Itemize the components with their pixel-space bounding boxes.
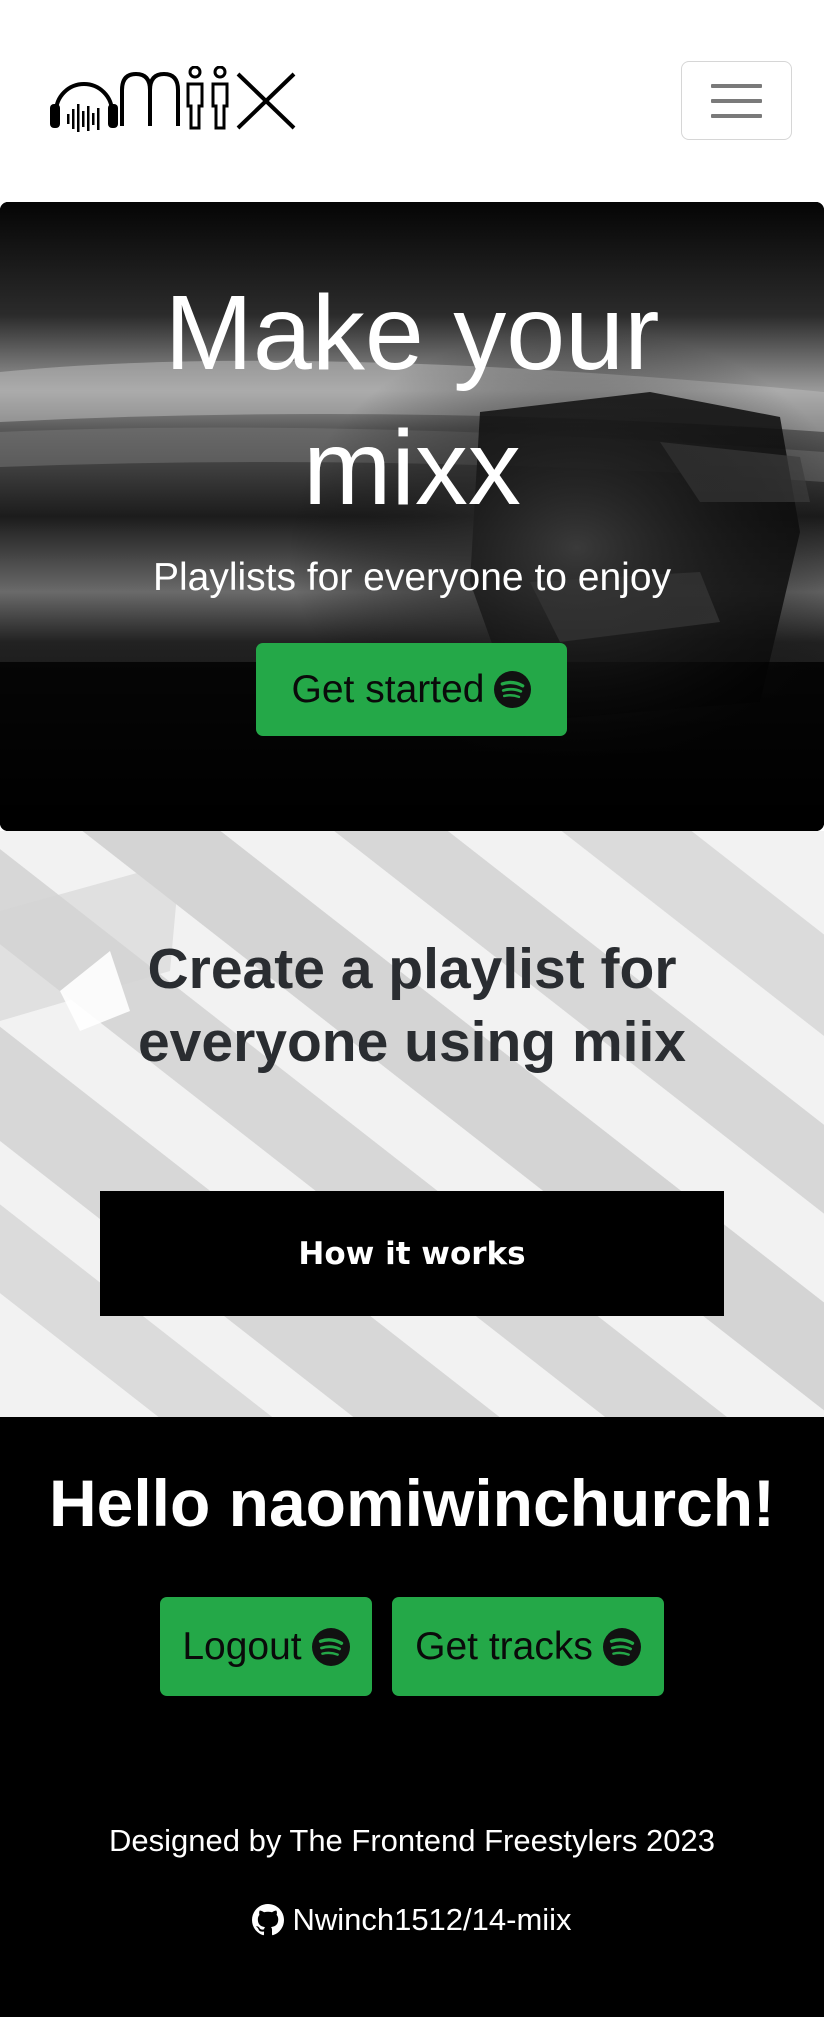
logout-button[interactable]: Logout <box>160 1597 372 1696</box>
diagonal-stripes-background-image <box>0 831 824 1417</box>
logout-label: Logout <box>182 1624 302 1668</box>
github-repo-link[interactable]: Nwinch1512/14-miix <box>0 1900 824 1940</box>
how-it-works-section: Create a playlist for everyone using mii… <box>0 831 824 1417</box>
navbar <box>0 0 824 202</box>
get-started-button[interactable]: Get started <box>256 643 567 736</box>
github-icon <box>252 1904 285 1936</box>
hero-section: Make your mixx Playlists for everyone to… <box>0 202 824 831</box>
greeting-heading: Hello naomiwinchurch! <box>48 1466 776 1540</box>
get-started-label: Get started <box>291 667 485 711</box>
footer-credit: Designed by The Frontend Freestylers 202… <box>109 1823 715 1858</box>
get-tracks-label: Get tracks <box>415 1624 593 1668</box>
hamburger-menu-icon <box>711 84 762 88</box>
hamburger-menu-button[interactable] <box>681 61 792 140</box>
user-section: Hello naomiwinchurch! Logout Get tracks … <box>0 1417 824 2017</box>
hero-title: Make your mixx <box>164 274 660 527</box>
spotify-icon <box>494 671 532 708</box>
spotify-icon <box>602 1627 641 1666</box>
hero-subtitle: Playlists for everyone to enjoy <box>152 556 672 599</box>
miix-logo[interactable] <box>50 65 300 132</box>
headphones-waveform-icon <box>50 65 296 132</box>
how-it-works-button[interactable]: How it works <box>100 1191 724 1316</box>
github-repo-label: Nwinch1512/14-miix <box>292 1902 572 1937</box>
get-tracks-button[interactable]: Get tracks <box>392 1597 664 1696</box>
spotify-icon <box>311 1627 350 1666</box>
promo-heading: Create a playlist for everyone using mii… <box>137 937 687 1074</box>
